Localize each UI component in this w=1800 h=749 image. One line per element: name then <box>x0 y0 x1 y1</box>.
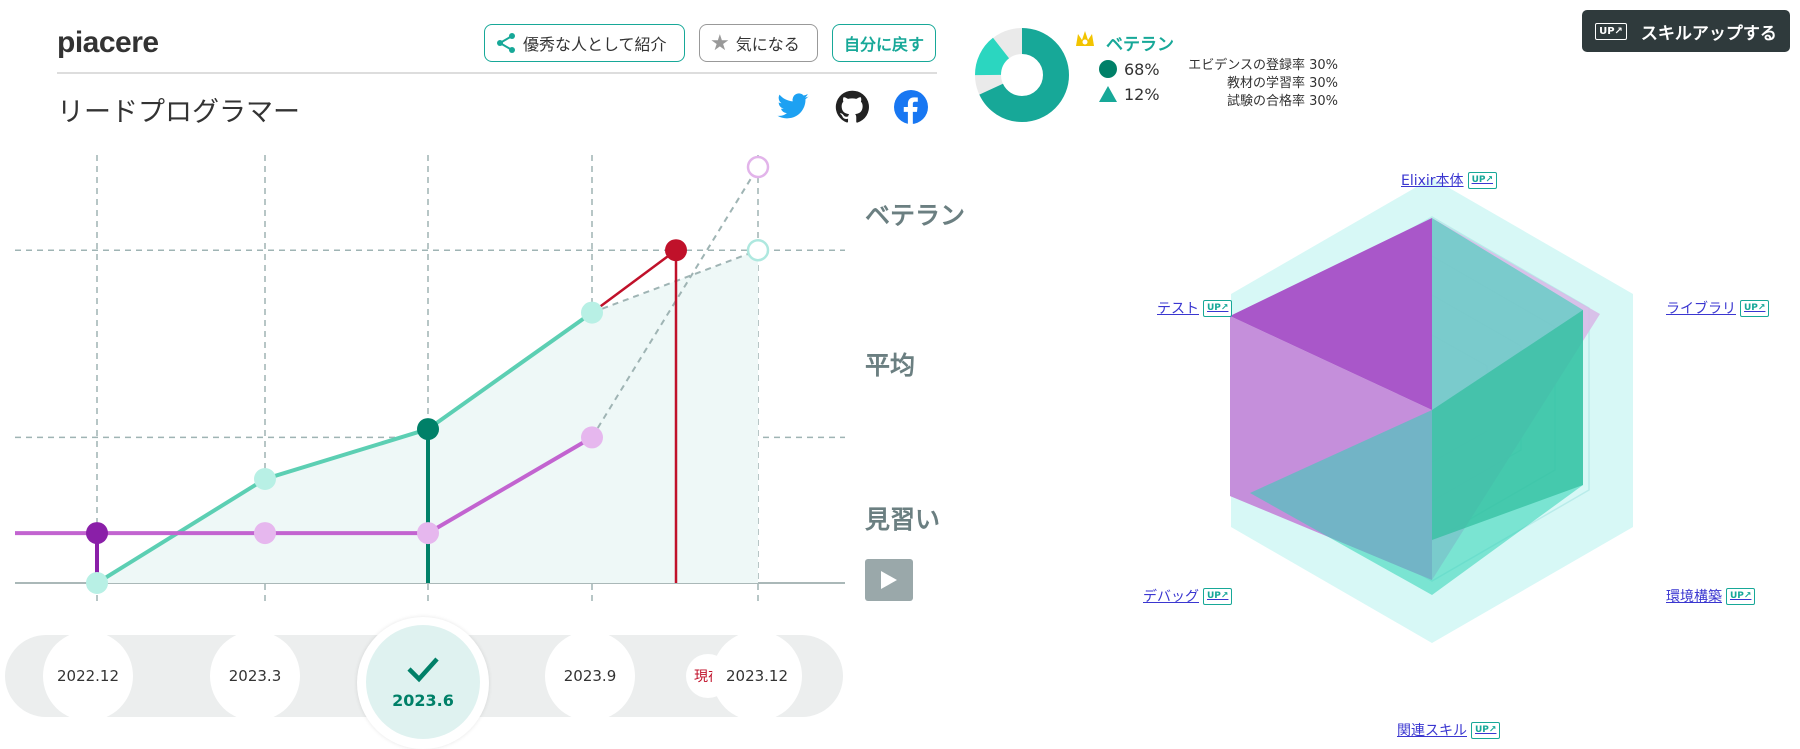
point-purple <box>417 522 439 545</box>
circle-percentage: 68% <box>1124 60 1160 79</box>
growth-line-chart <box>15 155 845 605</box>
up-tag-icon: UP↗ <box>1726 587 1756 605</box>
radar-label-related-skills[interactable]: 関連スキル UP↗ <box>1397 720 1501 740</box>
point-purple <box>581 426 603 449</box>
recommend-label: 優秀な人として紹介 <box>523 35 667 54</box>
back-to-self-button[interactable]: 自分に戻す <box>832 24 936 62</box>
radar-label-related-text: 関連スキル <box>1397 723 1467 739</box>
up-tag-icon: UP↗ <box>1740 299 1770 317</box>
up-tag-icon: UP↗ <box>1203 299 1233 317</box>
skill-up-label: スキルアップする <box>1640 23 1777 44</box>
evidence-stats: エビデンスの登録率 30% 教材の学習率 30% 試験の合格率 30% <box>1160 57 1338 111</box>
crown-icon <box>1074 28 1096 54</box>
point-purple <box>254 522 276 545</box>
skill-radar-chart <box>1230 178 1633 643</box>
radar-label-environment-text: 環境構築 <box>1666 589 1722 605</box>
study-rate: 教材の学習率 30% <box>1226 76 1338 91</box>
up-tag-icon: UP↗ <box>1471 721 1501 739</box>
radar-label-elixir[interactable]: Elixir本体 UP↗ <box>1401 170 1498 190</box>
level-label-veteran: ベテラン <box>865 201 966 230</box>
play-icon <box>881 571 897 589</box>
header-divider <box>57 72 937 74</box>
timeline-item-2022-12[interactable]: 2022.12 <box>43 631 133 721</box>
radar-label-debug[interactable]: デバッグ UP↗ <box>1143 586 1233 606</box>
radar-label-debug-text: デバッグ <box>1143 589 1199 605</box>
facebook-icon[interactable] <box>894 90 928 128</box>
point-teal <box>417 418 439 441</box>
recommend-button[interactable]: 優秀な人として紹介 <box>484 24 685 62</box>
point-teal <box>581 301 603 324</box>
timeline-item-selected[interactable]: 2023.6 <box>366 625 480 739</box>
skill-up-button[interactable]: UP↗ スキルアップする <box>1582 10 1790 52</box>
rank-title: ベテラン <box>1106 35 1174 55</box>
play-button[interactable] <box>865 559 913 601</box>
up-icon: UP↗ <box>1595 22 1627 40</box>
triangle-percentage: 12% <box>1124 85 1160 104</box>
radar-label-test-text: テスト <box>1157 301 1199 317</box>
level-label-apprentice: 見習い <box>865 505 941 534</box>
timeline-item-2023-12[interactable]: 2023.12 <box>712 631 802 721</box>
up-tag-icon: UP↗ <box>1203 587 1233 605</box>
brand-logo[interactable]: piacere <box>57 26 159 60</box>
interest-label: 気になる <box>735 35 800 54</box>
twitter-icon[interactable] <box>776 90 810 128</box>
star-icon: ★ <box>710 30 730 56</box>
evidence-rate: エビデンスの登録率 30% <box>1188 58 1338 73</box>
radar-label-library[interactable]: ライブラリ UP↗ <box>1666 298 1770 318</box>
radar-label-environment[interactable]: 環境構築 UP↗ <box>1666 586 1756 606</box>
timeline-item-2023-9[interactable]: 2023.9 <box>545 631 635 721</box>
selected-date-label: 2023.6 <box>392 690 454 710</box>
share-icon <box>495 32 517 54</box>
radar-label-library-text: ライブラリ <box>1666 301 1736 317</box>
point-current <box>665 239 687 262</box>
point-teal <box>86 572 108 594</box>
level-label-average: 平均 <box>865 351 916 380</box>
point-purple <box>86 522 108 545</box>
point-teal <box>254 468 276 490</box>
triangle-marker-icon <box>1099 86 1117 106</box>
exam-rate: 試験の合格率 30% <box>1226 94 1338 109</box>
github-icon[interactable] <box>835 90 869 128</box>
point-purple-projected <box>746 155 770 179</box>
timeline-item-2023-3[interactable]: 2023.3 <box>210 631 300 721</box>
role-title: リードプログラマー <box>57 97 300 128</box>
radar-label-test[interactable]: テスト UP↗ <box>1157 298 1233 318</box>
rank-donut-chart <box>975 28 1069 122</box>
interest-button[interactable]: ★ 気になる <box>699 24 818 62</box>
up-tag-icon: UP↗ <box>1467 171 1498 189</box>
circle-marker-icon <box>1099 60 1117 78</box>
point-teal-projected <box>746 238 770 262</box>
check-icon <box>407 656 439 682</box>
radar-label-elixir-text: Elixir本体 <box>1401 173 1464 189</box>
